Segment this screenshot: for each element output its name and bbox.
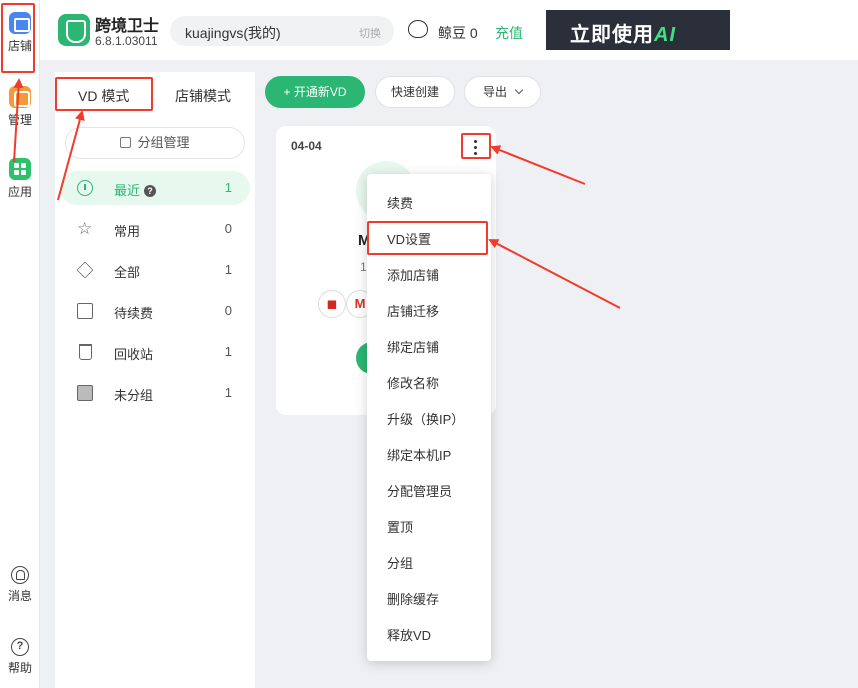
question-icon[interactable]: ? [144, 185, 157, 197]
card-count: 1 [360, 260, 367, 274]
star-icon: ☆ [77, 219, 93, 238]
export-dropdown[interactable]: 导出 [464, 76, 541, 108]
group-manage-label: 分组管理 [137, 135, 190, 150]
tab-vd-mode[interactable]: VD 模式 [78, 86, 129, 106]
menu-item-group[interactable]: 分组 [387, 553, 413, 572]
header: 跨境卫士 6.8.1.03011 kuajingvs(我的) 切换 鲸豆 0 充… [40, 0, 858, 60]
apps-grid-icon [9, 158, 31, 180]
bell-icon [11, 566, 29, 584]
menu-item-upgrade-ip[interactable]: 升级（换IP） [387, 409, 464, 428]
more-vertical-icon[interactable] [462, 136, 488, 158]
sidebar-item-count: 1 [224, 180, 232, 195]
trash-icon [79, 344, 92, 360]
store-icon [9, 12, 31, 34]
renewal-icon [77, 303, 93, 319]
menu-item-bind-store[interactable]: 绑定店铺 [387, 337, 439, 356]
sidebar-item-label: 全部 [114, 265, 141, 280]
recharge-link[interactable]: 充值 [495, 23, 523, 43]
manage-icon [9, 86, 31, 108]
sidebar-item-recycle-bin[interactable]: 回收站 1 [60, 335, 250, 369]
edit-icon [120, 137, 132, 148]
menu-item-clear-cache[interactable]: 删除缓存 [387, 589, 439, 608]
sidebar-item-ungrouped[interactable]: 未分组 1 [60, 376, 250, 410]
rail-item-label: 管理 [7, 113, 32, 127]
export-label: 导出 [482, 85, 507, 99]
sidebar-item-count: 0 [224, 221, 232, 236]
menu-item-rename[interactable]: 修改名称 [387, 373, 439, 392]
card-date: 04-04 [291, 139, 322, 153]
square-icon [77, 385, 93, 401]
menu-item-renew[interactable]: 续费 [387, 193, 413, 212]
account-name: kuajingvs(我的) [185, 25, 281, 41]
chevron-down-icon [514, 85, 524, 95]
rail-item-messages[interactable]: 消息 [0, 566, 40, 604]
layers-icon [76, 261, 94, 279]
beans-balance: 鲸豆 0 [438, 25, 478, 41]
rail-item-label: 帮助 [7, 661, 32, 675]
rail-item-manage[interactable]: 管理 [0, 86, 40, 128]
menu-item-add-store[interactable]: 添加店铺 [387, 265, 439, 284]
sidebar-item-label: 待续费 [114, 306, 154, 321]
banner-text: 立即使用 [570, 24, 654, 46]
menu-item-pin-top[interactable]: 置顶 [387, 517, 413, 536]
sidebar-item-pending-renewal[interactable]: 待续费 0 [60, 294, 250, 328]
sidebar-item-label: 最近 [114, 183, 141, 198]
rail-item-help[interactable]: ? 帮助 [0, 638, 40, 676]
rail-item-apps[interactable]: 应用 [0, 158, 40, 200]
menu-item-migrate-store[interactable]: 店铺迁移 [387, 301, 439, 320]
tab-store-mode[interactable]: 店铺模式 [175, 86, 231, 106]
app-version: 6.8.1.03011 [95, 34, 158, 48]
rail-item-store[interactable]: 店铺 [0, 12, 40, 54]
quick-create-button[interactable]: 快速创建 [375, 76, 455, 108]
rail-item-label: 应用 [7, 185, 32, 199]
switch-account-link[interactable]: 切换 [359, 25, 381, 41]
sidebar-item-frequent[interactable]: ☆ 常用 0 [60, 212, 250, 246]
account-switcher[interactable]: kuajingvs(我的) 切换 [170, 16, 394, 46]
menu-item-vd-settings[interactable]: VD设置 [387, 229, 431, 248]
sidebar-item-recent[interactable]: 最近? 1 [60, 171, 250, 205]
rail-item-label: 消息 [7, 589, 32, 603]
ai-banner[interactable]: 立即使用AI [546, 10, 730, 50]
whale-icon [408, 20, 428, 38]
sidebar-item-count: 0 [224, 303, 232, 318]
group-manage-button[interactable]: 分组管理 [65, 127, 245, 159]
vd-sidebar: VD 模式 店铺模式 分组管理 最近? 1 ☆ 常用 0 全部 1 待续费 0 … [55, 72, 255, 688]
clock-icon [77, 180, 93, 196]
left-rail: 店铺 管理 应用 消息 ? 帮助 [0, 0, 40, 688]
app-name: 跨境卫士 [95, 18, 160, 35]
sidebar-item-count: 1 [224, 385, 232, 400]
help-icon: ? [11, 638, 29, 656]
sidebar-item-all[interactable]: 全部 1 [60, 253, 250, 287]
arrow-to-more-button [490, 145, 586, 185]
card-context-menu: 续费 VD设置 添加店铺 店铺迁移 绑定店铺 修改名称 升级（换IP） 绑定本机… [367, 174, 491, 661]
sidebar-item-label: 回收站 [114, 347, 154, 362]
arrow-to-vd-settings [488, 239, 621, 309]
menu-item-release-vd[interactable]: 释放VD [387, 625, 431, 644]
shield-logo-icon [58, 14, 90, 46]
menu-item-assign-admin[interactable]: 分配管理员 [387, 481, 452, 500]
sidebar-item-label: 未分组 [114, 388, 154, 403]
menu-item-bind-local-ip[interactable]: 绑定本机IP [387, 445, 451, 464]
banner-ai-text: AI [654, 24, 676, 46]
sidebar-item-count: 1 [224, 344, 232, 359]
sidebar-item-label: 常用 [114, 224, 141, 239]
new-vd-button[interactable]: + 开通新VD [265, 76, 365, 108]
shopee-icon: ◼ [318, 290, 346, 318]
sidebar-item-count: 1 [224, 262, 232, 277]
rail-item-label: 店铺 [7, 39, 32, 53]
